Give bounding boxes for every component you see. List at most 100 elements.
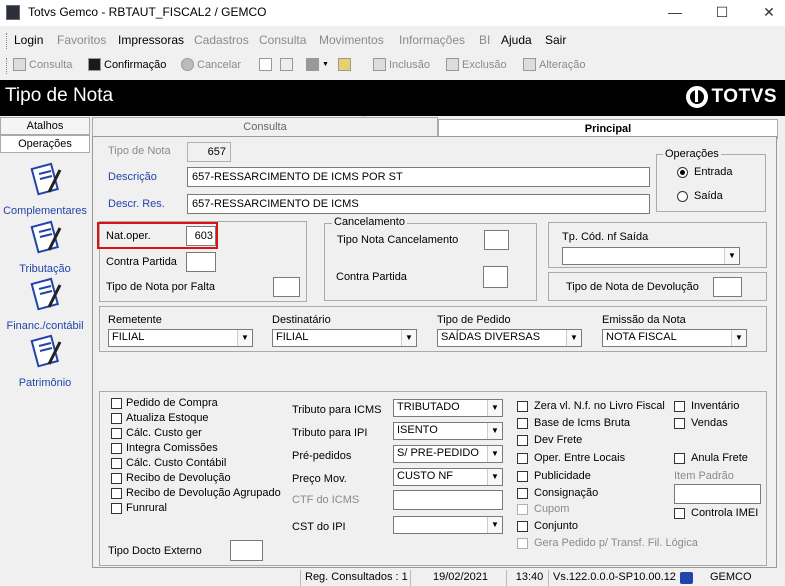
cst-ipi-select[interactable]: ▼ xyxy=(393,516,503,534)
sidebar-tab-operacoes[interactable]: Operações xyxy=(0,135,90,153)
tributo-ipi-select[interactable]: ISENTO ▼ xyxy=(393,422,503,440)
menu-cadastros[interactable]: Cadastros xyxy=(194,33,249,47)
sidebar-item-financ-contabil[interactable]: Financ./contábil xyxy=(0,277,90,332)
menu-favoritos[interactable]: Favoritos xyxy=(57,33,106,47)
integra-comissoes-checkbox[interactable] xyxy=(111,443,122,454)
calc-custo-contabil-checkbox[interactable] xyxy=(111,458,122,469)
zera-vl-checkbox[interactable] xyxy=(517,401,528,412)
contra-partida-field[interactable] xyxy=(186,252,216,272)
screen-header: Tipo de Nota TOTVS xyxy=(0,80,785,116)
alteracao-button[interactable]: Alteração xyxy=(523,58,585,71)
remetente-select[interactable]: FILIAL ▼ xyxy=(108,329,253,347)
copy-button[interactable] xyxy=(280,58,293,71)
entrada-radio[interactable] xyxy=(677,167,688,178)
save-icon xyxy=(88,58,101,71)
inclusao-button[interactable]: Inclusão xyxy=(373,58,430,71)
tipo-nota-label: Tipo de Nota xyxy=(108,145,171,157)
funrural-checkbox[interactable] xyxy=(111,503,122,514)
recibo-devolucao-agrupado-checkbox[interactable] xyxy=(111,488,122,499)
menu-impressoras[interactable]: Impressoras xyxy=(118,33,184,47)
confirmacao-button[interactable]: Confirmação xyxy=(88,58,166,71)
pedido-compra-checkbox[interactable] xyxy=(111,398,122,409)
emissao-select[interactable]: NOTA FISCAL ▼ xyxy=(602,329,747,347)
descricao-field[interactable]: 657-RESSARCIMENTO DE ICMS POR ST xyxy=(187,167,650,187)
chevron-down-icon: ▼ xyxy=(731,330,746,346)
tipo-nota-falta-field[interactable] xyxy=(273,277,300,297)
emissao-label: Emissão da Nota xyxy=(602,314,686,326)
operacoes-group xyxy=(656,154,766,212)
app-icon xyxy=(6,5,20,20)
calc-custo-ger-checkbox[interactable] xyxy=(111,428,122,439)
totvs-logo-text: TOTVS xyxy=(711,86,777,107)
help-icon xyxy=(338,58,351,71)
tp-cod-nf-saida-select[interactable]: ▼ xyxy=(562,247,740,265)
ctf-icms-field[interactable] xyxy=(393,490,503,510)
destinatario-select[interactable]: FILIAL ▼ xyxy=(272,329,417,347)
recibo-devolucao-checkbox[interactable] xyxy=(111,473,122,484)
item-padrao-field[interactable] xyxy=(674,484,761,504)
tab-consulta[interactable]: Consulta xyxy=(92,117,438,137)
menu-sair[interactable]: Sair xyxy=(545,33,566,47)
nat-oper-field[interactable]: 603 xyxy=(186,226,216,246)
destinatario-value: FILIAL xyxy=(276,331,309,343)
base-icms-bruta-checkbox[interactable] xyxy=(517,418,528,429)
tp-cod-nf-saida-label: Tp. Cód. nf Saída xyxy=(562,231,649,243)
tipo-docto-externo-field[interactable] xyxy=(230,540,263,561)
cupom-label: Cupom xyxy=(534,503,570,515)
tipo-nota-devolucao-field[interactable] xyxy=(713,277,742,297)
sidebar-item-tributacao[interactable]: Tributação xyxy=(0,220,90,275)
status-version: Vs.122.0.0.0-SP10.00.12 xyxy=(548,570,676,586)
saida-radio[interactable] xyxy=(677,191,688,202)
publicidade-checkbox[interactable] xyxy=(517,471,528,482)
sidebar-item-label: Tributação xyxy=(19,263,71,275)
atualiza-estoque-checkbox[interactable] xyxy=(111,413,122,424)
prepedidos-select[interactable]: S/ PRE-PEDIDO ▼ xyxy=(393,445,503,463)
sidebar-item-patrimonio[interactable]: Patrimônio xyxy=(0,334,90,389)
help-button[interactable] xyxy=(338,58,351,71)
gera-pedido-checkbox[interactable] xyxy=(517,538,528,549)
delete-icon xyxy=(446,58,459,71)
consulta-button[interactable]: Consulta xyxy=(13,58,72,71)
sidebar-tab-atalhos[interactable]: Atalhos xyxy=(0,117,90,135)
menu-informacoes[interactable]: Informações xyxy=(399,33,465,47)
emissao-value: NOTA FISCAL xyxy=(606,331,677,343)
gera-pedido-label: Gera Pedido p/ Transf. Fil. Lógica xyxy=(534,537,698,549)
tipo-nota-field[interactable]: 657 xyxy=(187,142,231,162)
cancelar-button[interactable]: Cancelar xyxy=(181,58,241,71)
menu-consulta[interactable]: Consulta xyxy=(259,33,306,47)
dev-frete-checkbox[interactable] xyxy=(517,435,528,446)
tributo-icms-label: Tributo para ICMS xyxy=(292,404,382,416)
minimize-button[interactable]: — xyxy=(660,2,690,24)
descr-res-label: Descr. Res. xyxy=(108,198,165,210)
preco-mov-select[interactable]: CUSTO NF ▼ xyxy=(393,468,503,486)
descr-res-field[interactable]: 657-RESSARCIMENTO DE ICMS xyxy=(187,194,650,214)
menu-movimentos[interactable]: Movimentos xyxy=(319,33,384,47)
vendas-checkbox[interactable] xyxy=(674,418,685,429)
tipo-pedido-select[interactable]: SAÍDAS DIVERSAS ▼ xyxy=(437,329,582,347)
conjunto-label: Conjunto xyxy=(534,520,579,532)
consignacao-checkbox[interactable] xyxy=(517,488,528,499)
sidebar-item-complementares[interactable]: Complementares xyxy=(0,162,90,217)
menu-ajuda[interactable]: Ajuda xyxy=(501,33,532,47)
menu-login[interactable]: Login xyxy=(14,33,43,47)
controla-imei-checkbox[interactable] xyxy=(674,508,685,519)
cupom-checkbox[interactable] xyxy=(517,504,528,515)
exclusao-button[interactable]: Exclusão xyxy=(446,58,507,71)
calc-custo-ger-label: Cálc. Custo ger xyxy=(126,427,202,439)
oper-entre-locais-checkbox[interactable] xyxy=(517,453,528,464)
menu-bi[interactable]: BI xyxy=(479,33,490,47)
contra-partida-cancel-field[interactable] xyxy=(483,266,508,288)
maximize-button[interactable]: ☐ xyxy=(707,2,737,24)
anula-frete-label: Anula Frete xyxy=(691,452,748,464)
tipo-nota-cancel-field[interactable] xyxy=(484,230,509,250)
menu-grip xyxy=(6,33,9,49)
close-button[interactable]: ✕ xyxy=(754,2,784,24)
tributo-icms-select[interactable]: TRIBUTADO ▼ xyxy=(393,399,503,417)
conjunto-checkbox[interactable] xyxy=(517,521,528,532)
new-document-button[interactable] xyxy=(259,58,272,71)
inventario-checkbox[interactable] xyxy=(674,401,685,412)
print-button[interactable]: ▼ xyxy=(306,58,329,71)
tributo-icms-value: TRIBUTADO xyxy=(397,401,460,413)
tributo-ipi-label: Tributo para IPI xyxy=(292,427,368,439)
anula-frete-checkbox[interactable] xyxy=(674,453,685,464)
